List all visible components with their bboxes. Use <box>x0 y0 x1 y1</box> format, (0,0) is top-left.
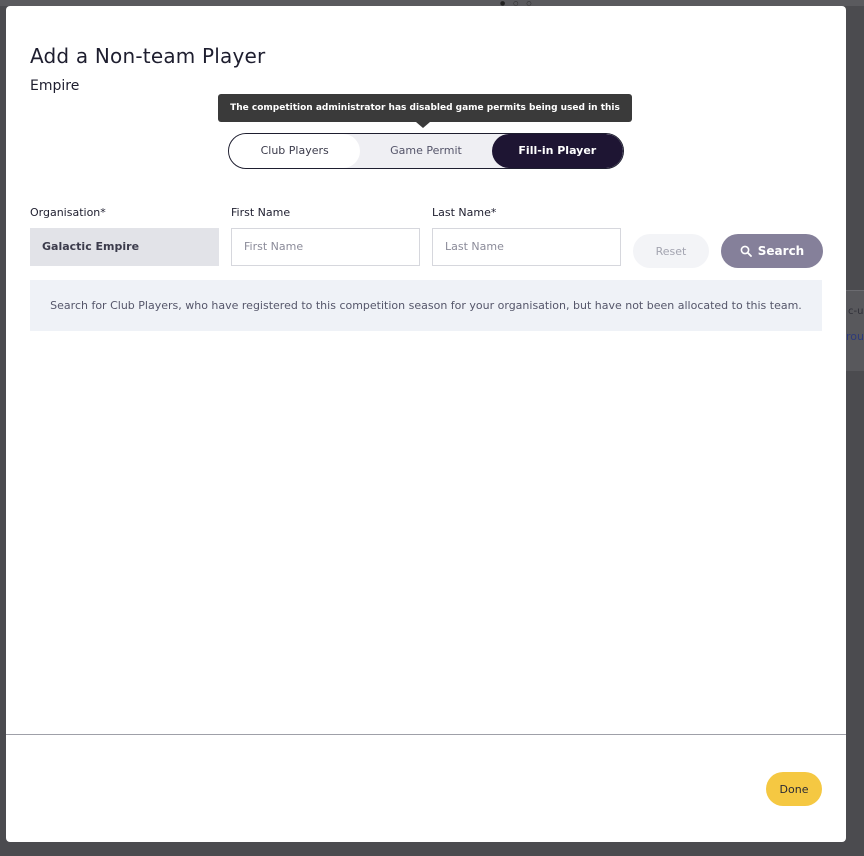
background-link: rou <box>846 330 864 343</box>
organisation-label: Organisation* <box>30 206 106 219</box>
last-name-input[interactable] <box>432 228 621 266</box>
last-name-label: Last Name* <box>432 206 497 219</box>
player-type-toggle: Club Players Game Permit Fill-in Player <box>228 133 624 169</box>
modal-title: Add a Non-team Player <box>30 44 266 68</box>
footer-divider <box>6 734 846 735</box>
search-button[interactable]: Search <box>721 234 823 268</box>
search-icon <box>740 245 752 257</box>
search-button-label: Search <box>757 244 805 258</box>
reset-button[interactable]: Reset <box>633 234 709 268</box>
toggle-club-players[interactable]: Club Players <box>229 134 361 168</box>
first-name-label: First Name <box>231 206 291 219</box>
game-permit-disabled-tooltip: The competition administrator has disabl… <box>218 94 632 141</box>
toggle-game-permit[interactable]: Game Permit <box>360 134 492 168</box>
background-text: c-u <box>848 306 864 317</box>
toggle-fill-in-player[interactable]: Fill-in Player <box>491 134 623 168</box>
add-non-team-player-modal: Add a Non-team Player Empire The competi… <box>6 6 846 842</box>
first-name-input[interactable] <box>231 228 420 266</box>
search-info-message: Search for Club Players, who have regist… <box>30 280 822 331</box>
tooltip-arrow <box>416 122 430 128</box>
organisation-field: Galactic Empire <box>30 228 219 266</box>
done-button[interactable]: Done <box>766 772 822 806</box>
team-name: Empire <box>30 78 80 94</box>
